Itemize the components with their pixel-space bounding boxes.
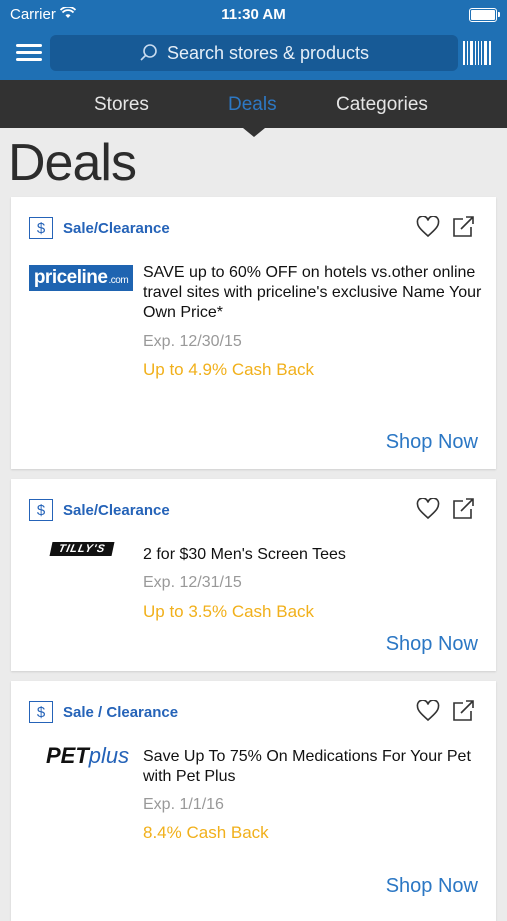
deal-type-label: Sale / Clearance	[63, 703, 179, 721]
logo-suffix: plus	[88, 743, 130, 768]
tab-categories[interactable]: Categories	[336, 94, 428, 116]
deal-type-label: Sale/Clearance	[63, 219, 170, 237]
search-placeholder: Search stores & products	[166, 42, 370, 63]
shop-now-link[interactable]: Shop Now	[386, 633, 478, 656]
deal-card[interactable]: $ Sale/Clearance TILLY'S 2 for $30 Men's…	[11, 479, 496, 671]
page-title: Deals	[8, 134, 137, 192]
clock: 11:30 AM	[221, 6, 286, 23]
heart-icon[interactable]	[416, 700, 440, 722]
deal-description: 2 for $30 Men's Screen Tees	[143, 546, 346, 563]
tab-stores[interactable]: Stores	[94, 94, 149, 116]
dollar-icon: $	[29, 217, 53, 239]
store-logo-tillys[interactable]: TILLY'S	[49, 542, 115, 556]
tab-deals[interactable]: Deals	[228, 94, 277, 116]
deal-description: SAVE up to 60% OFF on hotels vs.other on…	[143, 264, 482, 321]
deal-expiration: Exp. 12/31/15	[143, 574, 242, 591]
deal-expiration: Exp. 1/1/16	[143, 796, 224, 813]
battery-icon	[469, 8, 500, 22]
share-icon[interactable]	[452, 215, 476, 237]
deal-type-label: Sale/Clearance	[63, 501, 170, 519]
store-logo-priceline[interactable]: priceline .com	[29, 265, 133, 291]
store-logo-petplus[interactable]: PETplus	[46, 743, 129, 769]
shop-now-link[interactable]: Shop Now	[386, 875, 478, 898]
search-input[interactable]: Search stores & products	[50, 35, 458, 71]
status-bar: Carrier 11:30 AM	[0, 0, 507, 28]
section-tabs: Stores Deals Categories	[0, 80, 507, 128]
deal-type: $ Sale/Clearance	[29, 499, 170, 521]
heart-icon[interactable]	[416, 216, 440, 238]
search-icon	[140, 44, 157, 61]
hamburger-icon[interactable]	[16, 42, 42, 64]
top-navbar: Search stores & products	[0, 28, 507, 80]
logo-text: PET	[46, 743, 89, 768]
deal-type: $ Sale/Clearance	[29, 217, 170, 239]
deal-type: $ Sale / Clearance	[29, 701, 178, 723]
deal-card[interactable]: $ Sale/Clearance priceline .com SAVE up t…	[11, 197, 496, 469]
cashback-rate: 8.4% Cash Back	[143, 823, 269, 842]
share-icon[interactable]	[452, 699, 476, 721]
barcode-icon[interactable]	[463, 41, 491, 65]
dollar-icon: $	[29, 499, 53, 521]
cashback-rate: Up to 3.5% Cash Back	[143, 602, 315, 621]
deal-description: Save Up To 75% On Medications For Your P…	[143, 748, 471, 785]
shop-now-link[interactable]: Shop Now	[386, 431, 478, 454]
logo-text: priceline	[33, 267, 108, 288]
heart-icon[interactable]	[416, 498, 440, 520]
deal-card[interactable]: $ Sale / Clearance PETplus Save Up To 75…	[11, 681, 496, 921]
logo-suffix: .com	[108, 274, 129, 286]
share-icon[interactable]	[452, 497, 476, 519]
cashback-rate: Up to 4.9% Cash Back	[143, 360, 315, 379]
dollar-icon: $	[29, 701, 53, 723]
deal-expiration: Exp. 12/30/15	[143, 333, 242, 350]
active-tab-indicator	[243, 128, 265, 137]
